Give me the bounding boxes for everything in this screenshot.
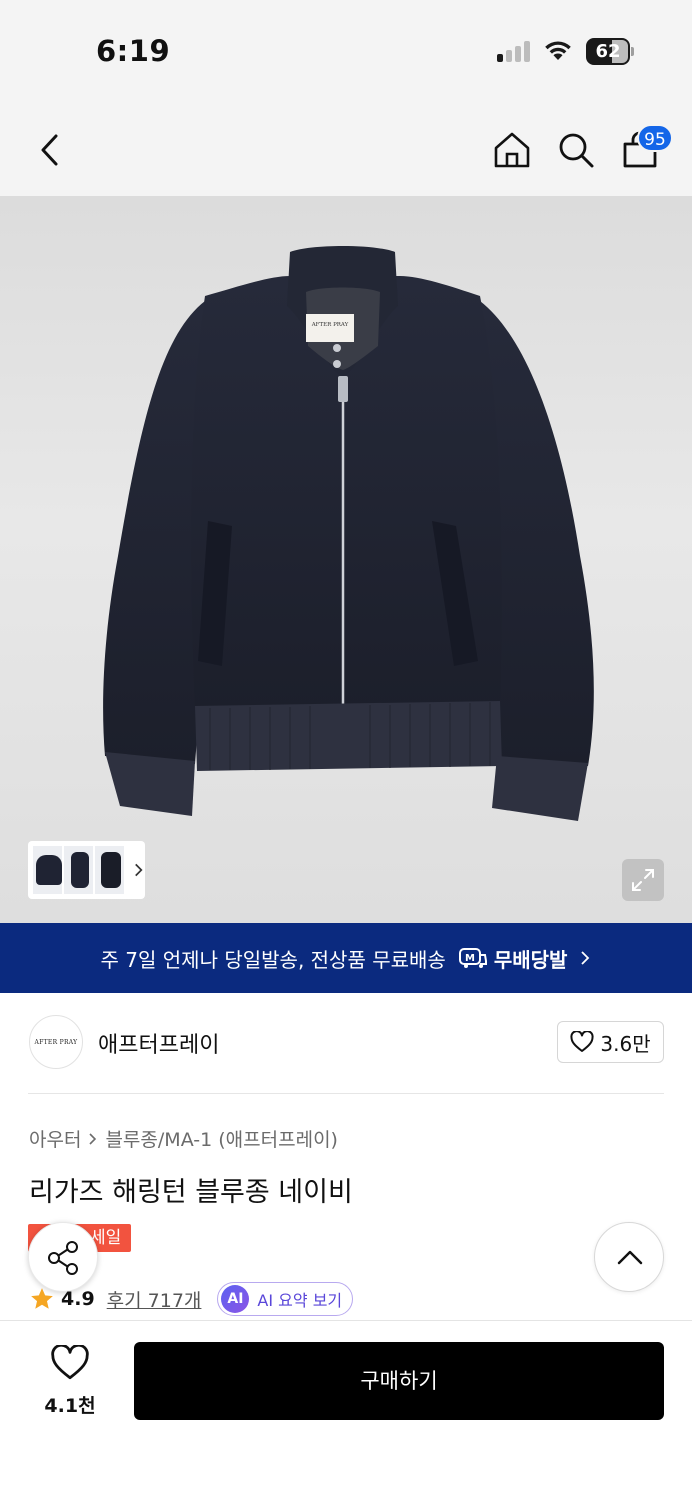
battery-icon: 62 <box>586 38 634 65</box>
delivery-banner[interactable]: 주 7일 언제나 당일발송, 전상품 무료배송 M 무배당발 <box>0 923 692 993</box>
thumbnail-back[interactable] <box>94 846 124 894</box>
product-title: 리가즈 해링턴 블루종 네이비 <box>29 1177 353 1208</box>
delivery-truck-icon: M <box>458 948 487 968</box>
ai-summary-button[interactable]: AI AI 요약 보기 <box>217 1282 354 1316</box>
brand-row[interactable]: AFTER PRAY 애프터프레이 3.6만 <box>0 993 692 1093</box>
brand-logo[interactable]: AFTER PRAY <box>29 1015 83 1069</box>
heart-icon <box>570 1031 594 1052</box>
brand-name[interactable]: 애프터프레이 <box>98 1027 219 1059</box>
chevron-right-icon <box>581 951 590 965</box>
wishlist-button[interactable]: 4.1천 <box>30 1345 110 1419</box>
delivery-truck-letter: M <box>465 953 475 964</box>
jacket-illustration: AFTER PRAY <box>103 246 594 821</box>
wifi-icon <box>545 41 571 60</box>
scroll-top-button[interactable] <box>594 1222 664 1292</box>
breadcrumb-subcategory[interactable]: 블루종/MA-1 (애프터프레이) <box>105 1125 338 1152</box>
chevron-right-icon[interactable] <box>132 861 145 879</box>
brand-like-count: 3.6만 <box>600 1031 651 1056</box>
chevron-up-icon <box>617 1250 643 1265</box>
ai-summary-label: AI 요약 보기 <box>257 1291 343 1310</box>
review-link[interactable]: 후기 717개 <box>107 1286 202 1313</box>
delivery-brand-label: 무배당발 <box>493 947 568 972</box>
status-bar: 6:19 62 <box>0 0 692 100</box>
expand-icon[interactable] <box>622 859 664 901</box>
battery-level: 62 <box>595 41 621 62</box>
thumbnail-side[interactable] <box>63 846 93 894</box>
rating-value: 4.9 <box>61 1288 95 1310</box>
brand-like-button[interactable]: 3.6만 <box>557 1021 664 1063</box>
buy-button[interactable]: 구매하기 <box>134 1342 664 1420</box>
star-icon <box>31 1288 53 1309</box>
divider <box>28 1093 664 1094</box>
home-icon[interactable] <box>492 130 532 170</box>
jacket-label-text: AFTER PRAY <box>311 322 349 328</box>
thumbnail-strip[interactable] <box>28 841 145 899</box>
product-image[interactable]: AFTER PRAY <box>0 196 692 923</box>
chevron-left-icon[interactable] <box>36 132 64 168</box>
thumbnail-front[interactable] <box>33 846 62 894</box>
chevron-right-icon <box>89 1132 97 1145</box>
wishlist-count: 4.1천 <box>44 1395 96 1417</box>
ai-badge-icon: AI <box>221 1285 250 1313</box>
cart-count-badge: 95 <box>637 124 673 152</box>
rating-row: 4.9 후기 717개 AI AI 요약 보기 <box>29 1282 354 1316</box>
delivery-brand: M 무배당발 <box>458 944 568 973</box>
signal-icon <box>497 40 533 62</box>
breadcrumb: 아우터 블루종/MA-1 (애프터프레이) <box>29 1125 338 1152</box>
heart-icon <box>51 1345 89 1380</box>
delivery-text: 주 7일 언제나 당일발송, 전상품 무료배송 <box>100 947 446 972</box>
bottom-action-bar: 4.1천 구매하기 <box>0 1320 692 1500</box>
search-icon[interactable] <box>556 130 596 170</box>
status-time: 6:19 <box>96 34 171 68</box>
breadcrumb-category[interactable]: 아우터 <box>29 1125 81 1152</box>
